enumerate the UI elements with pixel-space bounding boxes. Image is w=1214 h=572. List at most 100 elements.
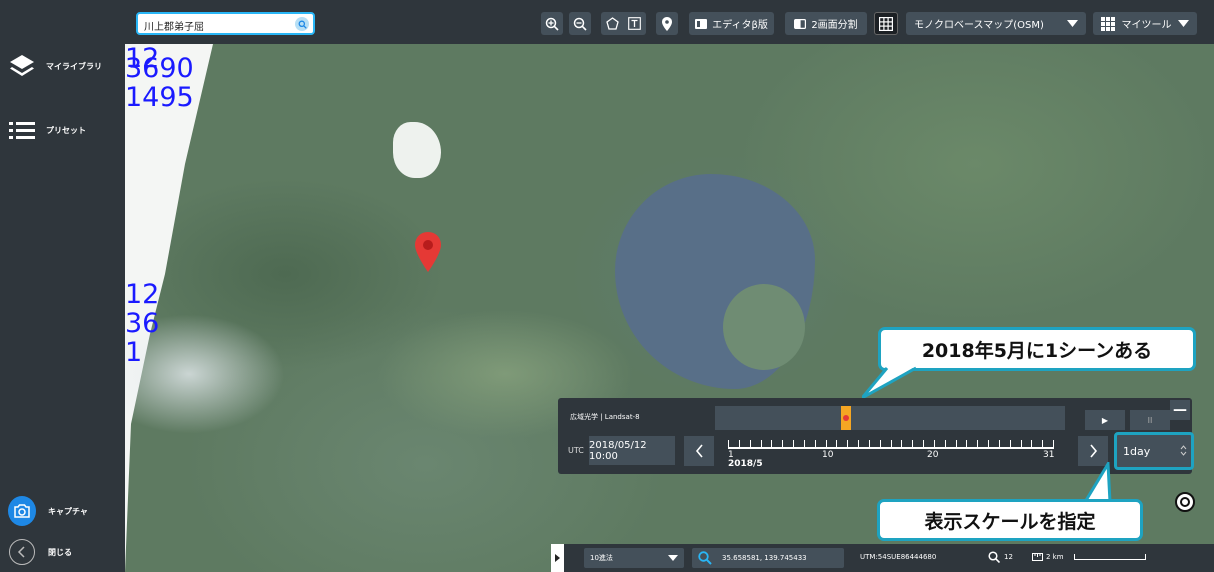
split-label: 2画面分割 — [811, 20, 858, 31]
ruler-baseline — [728, 447, 1054, 449]
chevron-left-icon — [9, 539, 35, 565]
annotation-callout-scale: 表示スケールを指定 — [877, 499, 1143, 541]
zoom-in-icon — [545, 17, 559, 31]
layers-icon — [8, 52, 36, 80]
minimize-button[interactable]: — — [1170, 400, 1190, 420]
search-input[interactable]: 川上郡弟子屈 — [136, 12, 315, 35]
zoom-out-icon — [573, 17, 587, 31]
ruler-tick — [1042, 440, 1044, 447]
satellite-map[interactable]: 12 3690 1495 12 36 1 — [125, 44, 1214, 572]
zoom-out-button[interactable] — [569, 12, 591, 35]
callout-text: 2018年5月に1シーンある — [921, 339, 1153, 362]
zoom-level: 12 — [1004, 553, 1013, 561]
bright-patch — [393, 122, 441, 178]
expand-tab[interactable] — [551, 544, 564, 572]
ruler-tick — [738, 440, 740, 447]
apps-grid-icon — [1101, 16, 1115, 31]
ruler-tick — [955, 440, 957, 447]
ruler-tick — [858, 440, 859, 447]
dropdown-arrow-icon — [1067, 20, 1078, 27]
camera-icon — [8, 496, 36, 526]
text-icon — [628, 17, 642, 30]
ruler-tick — [825, 440, 827, 447]
tick-label: 20 — [927, 450, 939, 460]
callout-pointer — [862, 366, 917, 400]
map-pin-icon — [662, 16, 672, 31]
ruler-tick — [847, 440, 849, 447]
search-icon — [698, 551, 712, 565]
ruler-icon — [1032, 553, 1043, 561]
ruler-tick — [901, 440, 903, 447]
search-icon[interactable] — [295, 17, 309, 31]
search-value: 川上郡弟子屈 — [144, 22, 204, 33]
sidebar-item-library[interactable]: マイライブラリ — [8, 52, 102, 80]
ruler-tick — [923, 440, 924, 447]
split-screen-button[interactable]: 2画面分割 — [785, 12, 867, 35]
ruler-tick — [1053, 440, 1054, 447]
month-label: 2018/5 — [728, 459, 763, 469]
editor-beta-button[interactable]: エディタβ版 — [689, 12, 774, 35]
location-pin-icon[interactable] — [415, 232, 441, 276]
scale-bar — [1074, 554, 1146, 560]
callout-text: 表示スケールを指定 — [924, 510, 1096, 533]
ruler-tick — [836, 440, 838, 447]
play-button[interactable]: ▶ — [1085, 410, 1125, 430]
tick-label: 31 — [1043, 450, 1055, 460]
ruler-tick — [760, 440, 762, 447]
chevron-left-icon — [695, 444, 703, 458]
locate-target-icon[interactable] — [1175, 492, 1195, 512]
capture-label: キャプチャ — [48, 506, 88, 516]
list-icon — [8, 116, 36, 144]
editor-icon — [695, 18, 708, 29]
ruler-tick — [793, 440, 794, 447]
zoom-level-icon — [988, 551, 1000, 563]
updown-arrow-icon — [1180, 445, 1187, 456]
draw-tools-button[interactable] — [601, 12, 646, 35]
ruler-tick — [1009, 440, 1011, 447]
scene-marker[interactable] — [841, 406, 851, 430]
ruler-tick — [1031, 440, 1033, 447]
basemap-label: モノクロベースマップ(OSM) — [914, 20, 1044, 31]
scene-track[interactable] — [715, 406, 1065, 430]
chevron-right-icon — [1089, 444, 1097, 458]
coord-format-select[interactable]: 10進法 — [584, 548, 684, 568]
ruler-tick — [998, 440, 1000, 447]
ruler-tick — [977, 440, 979, 447]
utm-readout: UTM:54SUE86444680 — [860, 553, 937, 561]
lake-peninsula — [723, 284, 805, 370]
sidebar-item-label: マイライブラリ — [46, 61, 102, 71]
coord-format-label: 10進法 — [590, 554, 613, 562]
scale-select[interactable]: 1day — [1114, 432, 1194, 470]
ruler-tick — [966, 440, 968, 447]
pause-button[interactable]: II — [1130, 410, 1170, 430]
ruler-tick — [1020, 440, 1022, 447]
top-toolbar: 川上郡弟子屈 エディタβ版 2画面分割 モノクロベースマップ(OSM) マイツー… — [125, 0, 1214, 44]
callout-pointer — [1083, 462, 1112, 502]
basemap-select[interactable]: モノクロベースマップ(OSM) — [906, 12, 1086, 35]
scale-text: 2 km — [1046, 553, 1064, 561]
annotation-callout-scene: 2018年5月に1シーンある — [878, 327, 1196, 371]
sidebar-item-preset[interactable]: プリセット — [8, 116, 86, 144]
editor-label: エディタβ版 — [712, 20, 768, 31]
sidebar-item-label: プリセット — [46, 125, 86, 135]
polygon-icon — [606, 17, 619, 30]
ruler-tick — [803, 440, 805, 447]
capture-button[interactable]: キャプチャ — [8, 496, 88, 526]
map-number-label: 1 — [125, 337, 143, 368]
ruler-tick — [782, 440, 784, 447]
grid-toggle-button[interactable] — [874, 12, 898, 35]
sidebar: マイライブラリ プリセット キャプチャ 閉じる — [0, 0, 125, 572]
datetime-field[interactable]: 2018/05/12 10:00 — [589, 436, 675, 465]
timeline-ruler[interactable]: 1 10 20 31 2018/5 — [728, 438, 1055, 469]
close-button[interactable]: 閉じる — [8, 538, 72, 566]
pin-tool-button[interactable] — [656, 12, 678, 35]
zoom-in-button[interactable] — [541, 12, 563, 35]
satellite-source-label: 広域光学 | Landsat-8 — [570, 413, 640, 421]
map-number-label: 1495 — [125, 82, 194, 113]
coordinate-search[interactable]: 35.658581, 139.745433 — [692, 548, 844, 568]
map-number-label: 36 — [125, 308, 160, 339]
scale-value: 1day — [1123, 445, 1151, 458]
prev-button[interactable] — [684, 436, 714, 466]
mytool-menu[interactable]: マイツール — [1093, 12, 1197, 35]
tick-label: 10 — [822, 450, 834, 460]
